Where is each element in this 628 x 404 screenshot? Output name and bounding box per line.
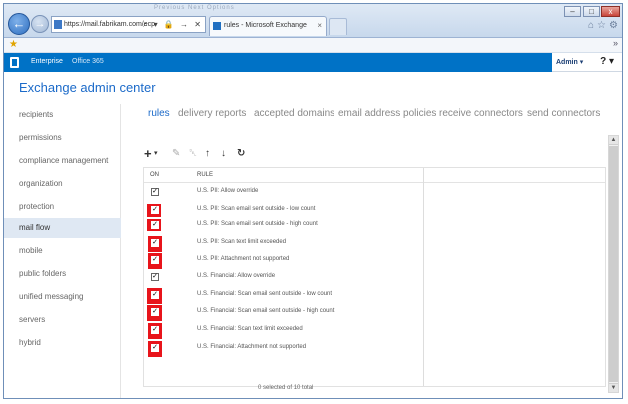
suite-bar: Enterprise Office 365 Admin ▾ ? ▾ [4, 53, 622, 72]
nav-permissions[interactable]: permissions [4, 128, 121, 148]
new-tab-button[interactable] [329, 18, 347, 35]
left-nav: recipients permissions compliance manage… [4, 104, 121, 398]
enabled-checkbox[interactable]: ✓ [151, 326, 159, 334]
rule-name: U.S. Financial: Scan email sent outside … [197, 291, 333, 297]
forward-button[interactable]: → [31, 15, 49, 33]
table-row[interactable]: ✓ U.S. Financial: Attachment not support… [144, 340, 423, 357]
favorites-icon[interactable]: ★ [9, 40, 19, 50]
table-row[interactable]: ✓ U.S. Financial: Scan email sent outsid… [144, 287, 423, 304]
table-row[interactable]: ✓ U.S. PII: Allow override [144, 184, 423, 201]
selection-count: 0 selected of 10 total [258, 385, 314, 391]
scroll-up-icon[interactable]: ▲ [609, 136, 618, 145]
address-tools[interactable]: ⌕ ▾ 🔒 → ✕ [143, 17, 203, 32]
user-area: Admin ▾ ? ▾ [552, 53, 622, 72]
tab-email-address-policies[interactable]: email address policies [338, 108, 436, 119]
tab-accepted-domains[interactable]: accepted domains [254, 108, 334, 119]
column-header-rule[interactable]: RULE [197, 172, 213, 178]
table-row[interactable]: ✓ U.S. PII: Attachment not supported [144, 252, 423, 269]
tab-rules-page[interactable]: rules [148, 108, 170, 119]
enabled-checkbox[interactable]: ✓ [151, 344, 159, 352]
exchange-favicon-icon [213, 22, 221, 30]
scroll-down-icon[interactable]: ▼ [609, 383, 618, 392]
nav-compliance-management[interactable]: compliance management [4, 151, 121, 171]
enabled-checkbox[interactable]: ✓ [151, 291, 159, 299]
tab-title: rules - Microsoft Exchange [224, 22, 307, 29]
rule-name: U.S. PII: Scan email sent outside - low … [197, 206, 316, 212]
home-icon[interactable]: ⌂ [588, 20, 594, 31]
nav-protection[interactable]: protection [4, 197, 121, 217]
table-row[interactable]: ✓ U.S. Financial: Scan email sent outsid… [144, 304, 423, 321]
help-menu[interactable]: ? ▾ [600, 56, 614, 67]
rule-name: U.S. Financial: Scan text limit exceeded [197, 326, 303, 332]
enabled-checkbox[interactable]: ✓ [151, 221, 159, 229]
close-tab-icon[interactable]: × [317, 17, 322, 35]
rule-name: U.S. PII: Scan text limit exceeded [197, 239, 287, 245]
rule-name: U.S. PII: Scan email sent outside - high… [197, 221, 318, 227]
content-scrollbar[interactable]: ▲ ▼ [608, 135, 619, 393]
nav-servers[interactable]: servers [4, 310, 121, 330]
gear-icon[interactable]: ⚙ [609, 20, 618, 31]
favorites-bar: ★ » [4, 38, 622, 53]
url-text: https://mail.fabrikam.com/ecp [64, 21, 156, 28]
close-window-button[interactable]: x [601, 6, 620, 17]
rule-name: U.S. PII: Attachment not supported [197, 256, 290, 262]
enabled-checkbox[interactable]: ✓ [151, 273, 159, 281]
nav-recipients[interactable]: recipients [4, 105, 121, 125]
rules-table: ON RULE ✓ U.S. PII: Allow override ✓ U.S… [143, 167, 606, 387]
table-row[interactable]: ✓ U.S. PII: Scan text limit exceeded [144, 235, 423, 252]
enabled-checkbox[interactable]: ✓ [151, 239, 159, 247]
nav-mobile[interactable]: mobile [4, 241, 121, 261]
add-dropdown-icon[interactable]: ▾ [154, 148, 158, 160]
add-icon[interactable]: + [144, 147, 152, 160]
enabled-checkbox[interactable]: ✓ [151, 256, 159, 264]
column-divider [423, 168, 424, 386]
page-title: Exchange admin center [19, 80, 156, 95]
enabled-checkbox[interactable]: ✓ [151, 308, 159, 316]
faded-menu: Previous Next Options [154, 5, 235, 11]
move-up-icon[interactable]: ↑ [205, 148, 210, 160]
browser-toolbar: Previous Next Options ← → https://mail.f… [4, 4, 622, 38]
address-bar[interactable]: https://mail.fabrikam.com/ecp ⌕ ▾ 🔒 → ✕ [51, 16, 206, 33]
enabled-checkbox[interactable]: ✓ [151, 206, 159, 214]
nav-unified-messaging[interactable]: unified messaging [4, 287, 121, 307]
nav-organization[interactable]: organization [4, 174, 121, 194]
edit-icon[interactable]: ✎ [172, 148, 180, 160]
nav-mail-flow[interactable]: mail flow [4, 218, 121, 238]
refresh-icon[interactable]: ↻ [237, 148, 245, 160]
scroll-thumb[interactable] [609, 146, 618, 382]
chevron-right-icon[interactable]: » [613, 38, 618, 48]
minimize-button[interactable]: – [564, 6, 581, 17]
nav-enterprise[interactable]: Enterprise [31, 58, 63, 65]
tab-delivery-reports[interactable]: delivery reports [178, 108, 246, 119]
table-row[interactable]: ✓ U.S. PII: Scan email sent outside - hi… [144, 217, 423, 234]
page-icon [54, 20, 62, 29]
table-row[interactable]: ✓ U.S. Financial: Scan text limit exceed… [144, 322, 423, 339]
rule-name: U.S. PII: Allow override [197, 188, 259, 194]
star-icon[interactable]: ☆ [597, 20, 606, 31]
office-logo-icon [10, 57, 19, 68]
nav-public-folders[interactable]: public folders [4, 264, 121, 284]
maximize-button[interactable]: □ [583, 6, 600, 17]
nav-office365[interactable]: Office 365 [72, 58, 104, 65]
move-down-icon[interactable]: ↓ [221, 148, 226, 160]
tab-rules[interactable]: rules - Microsoft Exchange × [209, 16, 327, 36]
table-row[interactable]: ✓ U.S. Financial: Allow override [144, 269, 423, 286]
browser-window: Previous Next Options ← → https://mail.f… [3, 3, 623, 399]
nav-hybrid[interactable]: hybrid [4, 333, 121, 353]
tab-send-connectors[interactable]: send connectors [527, 108, 600, 119]
table-header: ON RULE [144, 168, 605, 183]
column-header-on[interactable]: ON [150, 172, 159, 178]
rule-name: U.S. Financial: Scan email sent outside … [197, 308, 335, 314]
enabled-checkbox[interactable]: ✓ [151, 188, 159, 196]
tab-receive-connectors[interactable]: receive connectors [439, 108, 523, 119]
admin-menu[interactable]: Admin ▾ [556, 58, 583, 66]
back-button[interactable]: ← [8, 13, 30, 35]
delete-icon[interactable]: ␡ [189, 148, 197, 160]
rule-name: U.S. Financial: Attachment not supported [197, 344, 307, 350]
rule-name: U.S. Financial: Allow override [197, 273, 276, 279]
